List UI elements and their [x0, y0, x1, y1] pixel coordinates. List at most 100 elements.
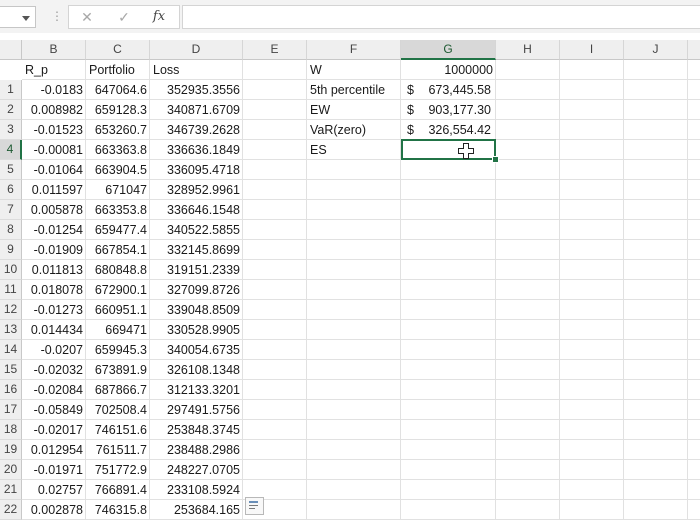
fill-handle[interactable] [492, 156, 499, 163]
cell-portfolio[interactable]: 647064.6 [86, 80, 150, 100]
cell-loss[interactable]: 327099.8726 [150, 280, 243, 300]
row-header[interactable]: 4 [0, 140, 22, 160]
column-header-c[interactable]: C [86, 40, 150, 60]
row-header[interactable]: 12 [0, 300, 22, 320]
cell-r-p[interactable]: 0.014434 [22, 320, 86, 340]
spreadsheet-grid[interactable]: B C D E F G H I J 1 2 3 4 5 6 7 8 9 10 11 12 13 14 15 1… [0, 40, 700, 520]
quick-analysis-icon[interactable] [245, 497, 264, 515]
cell-loss[interactable]: 248227.0705 [150, 460, 243, 480]
column-header-b[interactable]: B [22, 40, 86, 60]
cell-r-p[interactable]: 0.008982 [22, 100, 86, 120]
cell-loss[interactable]: 253848.3745 [150, 420, 243, 440]
row-header[interactable]: 22 [0, 500, 22, 520]
select-all-corner[interactable] [0, 40, 22, 60]
column-header-d[interactable]: D [150, 40, 243, 60]
active-cell-es[interactable] [401, 139, 496, 160]
cell-portfolio[interactable]: 669471 [86, 320, 150, 340]
cell-r-p[interactable]: 0.005878 [22, 200, 86, 220]
header-r-p[interactable]: R_p [22, 60, 86, 80]
column-header-e[interactable]: E [243, 40, 307, 60]
cell-portfolio[interactable]: 746151.6 [86, 420, 150, 440]
cell-loss[interactable]: 336636.1849 [150, 140, 243, 160]
column-header-f[interactable]: F [307, 40, 401, 60]
cell-portfolio[interactable]: 766891.4 [86, 480, 150, 500]
cell-portfolio[interactable]: 659945.3 [86, 340, 150, 360]
row-header[interactable]: 8 [0, 220, 22, 240]
cell-portfolio[interactable]: 746315.8 [86, 500, 150, 520]
cell-portfolio[interactable]: 659477.4 [86, 220, 150, 240]
name-box-dropdown-icon[interactable] [22, 16, 30, 21]
row-header[interactable]: 6 [0, 180, 22, 200]
label-ew[interactable]: EW [307, 100, 401, 120]
cell-loss[interactable]: 330528.9905 [150, 320, 243, 340]
cell-portfolio[interactable]: 672900.1 [86, 280, 150, 300]
cell-portfolio[interactable]: 663363.8 [86, 140, 150, 160]
row-header[interactable]: 21 [0, 480, 22, 500]
row-header[interactable]: 3 [0, 120, 22, 140]
row-header[interactable]: 5 [0, 160, 22, 180]
enter-icon[interactable]: ✓ [114, 8, 134, 26]
formula-input[interactable] [182, 5, 700, 29]
formula-bar-resize-handle[interactable]: ⋮ [51, 9, 63, 23]
cell-portfolio[interactable]: 702508.4 [86, 400, 150, 420]
cell-r-p[interactable]: -0.01273 [22, 300, 86, 320]
cell-loss[interactable]: 340522.5855 [150, 220, 243, 240]
insert-function-icon[interactable]: fx [149, 8, 169, 26]
cell-r-p[interactable]: -0.01523 [22, 120, 86, 140]
cell-loss[interactable]: 336095.4718 [150, 160, 243, 180]
cell-r-p[interactable]: -0.01971 [22, 460, 86, 480]
cell-r-p[interactable]: -0.0207 [22, 340, 86, 360]
cell-r-p[interactable]: 0.011597 [22, 180, 86, 200]
cell-loss[interactable]: 336646.1548 [150, 200, 243, 220]
column-header-i[interactable]: I [560, 40, 624, 60]
cell-loss[interactable]: 238488.2986 [150, 440, 243, 460]
value-5th-percentile[interactable]: $ 673,445.58 [401, 80, 496, 100]
cell-r-p[interactable]: 0.002878 [22, 500, 86, 520]
cell-r-p[interactable]: -0.02017 [22, 420, 86, 440]
value-var-zero[interactable]: $ 326,554.42 [401, 120, 496, 140]
label-5th-percentile[interactable]: 5th percentile [307, 80, 401, 100]
cell-portfolio[interactable]: 659128.3 [86, 100, 150, 120]
cell-portfolio[interactable]: 653260.7 [86, 120, 150, 140]
cell-portfolio[interactable]: 663353.8 [86, 200, 150, 220]
cell-loss[interactable]: 253684.165 [150, 500, 243, 520]
cell-loss[interactable]: 346739.2628 [150, 120, 243, 140]
cell-loss[interactable]: 352935.3556 [150, 80, 243, 100]
cell-r-p[interactable]: -0.05849 [22, 400, 86, 420]
cell-portfolio[interactable]: 761511.7 [86, 440, 150, 460]
cell-r-p[interactable]: -0.02084 [22, 380, 86, 400]
label-w[interactable]: W [307, 60, 401, 80]
cell-portfolio[interactable]: 671047 [86, 180, 150, 200]
cell-loss[interactable]: 326108.1348 [150, 360, 243, 380]
cell-loss[interactable]: 340871.6709 [150, 100, 243, 120]
cell-loss[interactable]: 297491.5756 [150, 400, 243, 420]
column-header-h[interactable]: H [496, 40, 560, 60]
row-header[interactable]: 9 [0, 240, 22, 260]
cell-loss[interactable]: 312133.3201 [150, 380, 243, 400]
value-ew[interactable]: $ 903,177.30 [401, 100, 496, 120]
label-var-zero[interactable]: VaR(zero) [307, 120, 401, 140]
column-header-j[interactable]: J [624, 40, 688, 60]
cell-r-p[interactable]: -0.00081 [22, 140, 86, 160]
cell-loss[interactable]: 319151.2339 [150, 260, 243, 280]
cell-portfolio[interactable]: 751772.9 [86, 460, 150, 480]
row-header[interactable]: 20 [0, 460, 22, 480]
row-header[interactable]: 19 [0, 440, 22, 460]
row-header[interactable]: 14 [0, 340, 22, 360]
cell-r-p[interactable]: 0.011813 [22, 260, 86, 280]
cell-portfolio[interactable]: 667854.1 [86, 240, 150, 260]
cell-r-p[interactable]: -0.01064 [22, 160, 86, 180]
row-header[interactable]: 18 [0, 420, 22, 440]
cell-loss[interactable]: 340054.6735 [150, 340, 243, 360]
cell-loss[interactable]: 328952.9961 [150, 180, 243, 200]
cell-portfolio[interactable]: 673891.9 [86, 360, 150, 380]
cell-r-p[interactable]: -0.02032 [22, 360, 86, 380]
cell-r-p[interactable]: -0.01254 [22, 220, 86, 240]
header-portfolio[interactable]: Portfolio [86, 60, 150, 80]
cell-loss[interactable]: 332145.8699 [150, 240, 243, 260]
row-header[interactable]: 2 [0, 100, 22, 120]
cell-portfolio[interactable]: 660951.1 [86, 300, 150, 320]
row-header[interactable]: 17 [0, 400, 22, 420]
column-header-k[interactable] [688, 40, 700, 60]
cell-r-p[interactable]: 0.018078 [22, 280, 86, 300]
